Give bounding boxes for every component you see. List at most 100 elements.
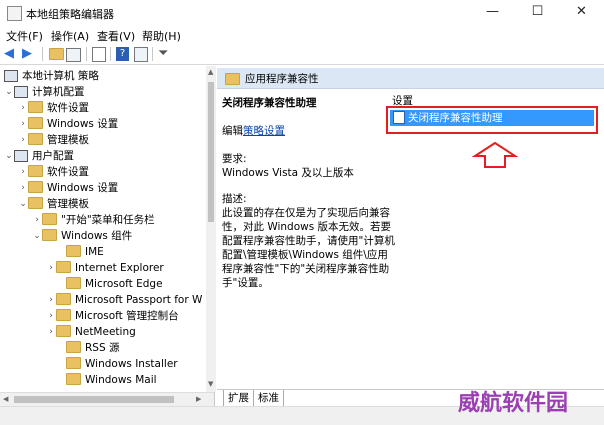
tree-item-internet-explorer[interactable]: › Internet Explorer: [46, 260, 164, 276]
menu-bar: 文件(F) 操作(A) 查看(V) 帮助(H): [0, 26, 604, 44]
tree-item-windows-settings[interactable]: › Windows 设置: [18, 116, 118, 132]
properties-icon[interactable]: [134, 47, 148, 62]
close-button[interactable]: ✕: [559, 0, 604, 26]
show-hide-tree-icon[interactable]: [66, 48, 81, 62]
tree-item-software-settings[interactable]: › 软件设置: [18, 100, 89, 116]
tree-vertical-scrollbar[interactable]: ▲ ▼: [206, 66, 216, 392]
description-line: 此设置的存在仅是为了实现后向兼容: [222, 207, 390, 219]
description-label: 描述:: [222, 193, 247, 205]
tree-item-software-settings[interactable]: › 软件设置: [18, 164, 89, 180]
folder-icon: [42, 229, 57, 241]
folder-icon: [28, 117, 43, 129]
chevron-right-icon[interactable]: ›: [46, 260, 56, 276]
scroll-down-icon[interactable]: ▼: [208, 380, 213, 388]
tree-item-computer-config[interactable]: ⌄ 计算机配置: [4, 84, 85, 100]
tree-item-start-menu[interactable]: › "开始"菜单和任务栏: [32, 212, 155, 228]
filter-icon[interactable]: ⏷: [158, 46, 174, 62]
requirements-label: 要求:: [222, 153, 247, 165]
tab-extended[interactable]: 扩展: [223, 390, 254, 407]
policy-title: 关闭程序兼容性助理: [222, 97, 317, 109]
toolbar: ◀ ▶ ? ⏷: [0, 44, 604, 65]
folder-icon: [28, 165, 43, 177]
description-line: 配置程序兼容性助手，请使用"计算机: [222, 235, 395, 247]
back-icon[interactable]: ◀: [4, 46, 20, 62]
scroll-right-icon[interactable]: ▶: [196, 395, 201, 403]
chevron-right-icon[interactable]: ›: [32, 212, 42, 228]
folder-icon: [66, 373, 81, 385]
description-line: 程序兼容性"下的"关闭程序兼容性助: [222, 263, 390, 275]
folder-icon: [28, 133, 43, 145]
maximize-button[interactable]: ☐: [515, 0, 560, 26]
tree-item-admin-templates[interactable]: › 管理模板: [18, 132, 89, 148]
folder-icon: [56, 261, 71, 273]
chevron-right-icon[interactable]: ›: [46, 324, 56, 340]
description-line: 配置\管理模板\Windows 组件\应用: [222, 249, 388, 261]
toolbar-separator: [86, 47, 87, 61]
scroll-thumb[interactable]: [14, 396, 174, 403]
chevron-right-icon[interactable]: ›: [46, 308, 56, 324]
forward-icon[interactable]: ▶: [22, 46, 38, 62]
watermark: 威航软件园: [458, 390, 569, 416]
chevron-down-icon[interactable]: ⌄: [18, 196, 28, 212]
chevron-right-icon[interactable]: ›: [18, 100, 28, 116]
scroll-up-icon[interactable]: ▲: [208, 68, 213, 76]
export-list-icon[interactable]: [92, 47, 106, 62]
folder-icon: [28, 197, 43, 209]
folder-icon: [56, 309, 71, 321]
tab-standard[interactable]: 标准: [253, 390, 284, 407]
tree-item-windows-installer[interactable]: Windows Installer: [56, 356, 178, 372]
edit-policy-link[interactable]: 策略设置: [243, 125, 285, 137]
folder-icon: [225, 73, 240, 85]
edit-prefix: 编辑: [222, 125, 243, 137]
app-icon: [7, 6, 22, 21]
tree-item-mmc[interactable]: › Microsoft 管理控制台: [46, 308, 179, 324]
menu-help[interactable]: 帮助(H): [142, 28, 181, 44]
minimize-button[interactable]: —: [470, 0, 515, 26]
chevron-right-icon[interactable]: ›: [18, 180, 28, 196]
folder-icon: [42, 213, 57, 225]
toolbar-separator: [152, 47, 153, 61]
description-line: 性，对此 Windows 版本无效。若要: [222, 221, 392, 233]
tree-item-netmeeting[interactable]: › NetMeeting: [46, 324, 136, 340]
chevron-right-icon[interactable]: ›: [46, 292, 56, 308]
chevron-right-icon[interactable]: ›: [18, 132, 28, 148]
chevron-right-icon[interactable]: ›: [18, 164, 28, 180]
scroll-left-icon[interactable]: ◀: [3, 395, 8, 403]
tree-item-windows-settings[interactable]: › Windows 设置: [18, 180, 118, 196]
up-arrow-annotation-icon: [471, 141, 519, 168]
user-config-icon: [14, 150, 28, 162]
chevron-down-icon[interactable]: ⌄: [4, 84, 14, 100]
tree-item-microsoft-edge[interactable]: Microsoft Edge: [56, 276, 163, 292]
tree-horizontal-scrollbar[interactable]: ◀ ▶: [0, 392, 214, 407]
highlight-box: [386, 106, 598, 134]
computer-config-icon: [14, 86, 28, 98]
folder-icon: [56, 293, 71, 305]
description-line: 手"设置。: [222, 277, 269, 289]
menu-file[interactable]: 文件(F): [6, 28, 43, 44]
tree-item-microsoft-passport[interactable]: › Microsoft Passport for W: [46, 292, 202, 308]
tree-pane: 本地计算机 策略 ⌄ 计算机配置 › 软件设置 › Windows 设置 › 管理模板 …: [0, 66, 215, 406]
window-title: 本地组策略编辑器: [26, 8, 114, 21]
tree-item-root[interactable]: 本地计算机 策略: [4, 68, 99, 84]
tree-item-windows-mail[interactable]: Windows Mail: [56, 372, 157, 388]
chevron-down-icon[interactable]: ⌄: [32, 228, 42, 244]
help-icon[interactable]: ?: [116, 47, 129, 61]
menu-action[interactable]: 操作(A): [51, 28, 89, 44]
edit-policy-line: 编辑策略设置: [222, 124, 285, 138]
tree-item-windows-components[interactable]: ⌄ Windows 组件: [32, 228, 132, 244]
tree-item-rss[interactable]: RSS 源: [56, 340, 119, 356]
computer-icon: [4, 70, 18, 82]
folder-icon: [66, 357, 81, 369]
tree-item-admin-templates[interactable]: ⌄ 管理模板: [18, 196, 89, 212]
tree-item-ime[interactable]: IME: [56, 244, 104, 260]
toolbar-separator: [42, 47, 43, 61]
title-bar: 本地组策略编辑器 — ☐ ✕: [0, 0, 604, 26]
folder-icon: [66, 341, 81, 353]
menu-view[interactable]: 查看(V): [97, 28, 135, 44]
tree-item-user-config[interactable]: ⌄ 用户配置: [4, 148, 74, 164]
chevron-down-icon[interactable]: ⌄: [4, 148, 14, 164]
scroll-thumb[interactable]: [208, 82, 214, 222]
chevron-right-icon[interactable]: ›: [18, 116, 28, 132]
up-folder-icon[interactable]: [48, 46, 64, 62]
folder-icon: [56, 325, 71, 337]
